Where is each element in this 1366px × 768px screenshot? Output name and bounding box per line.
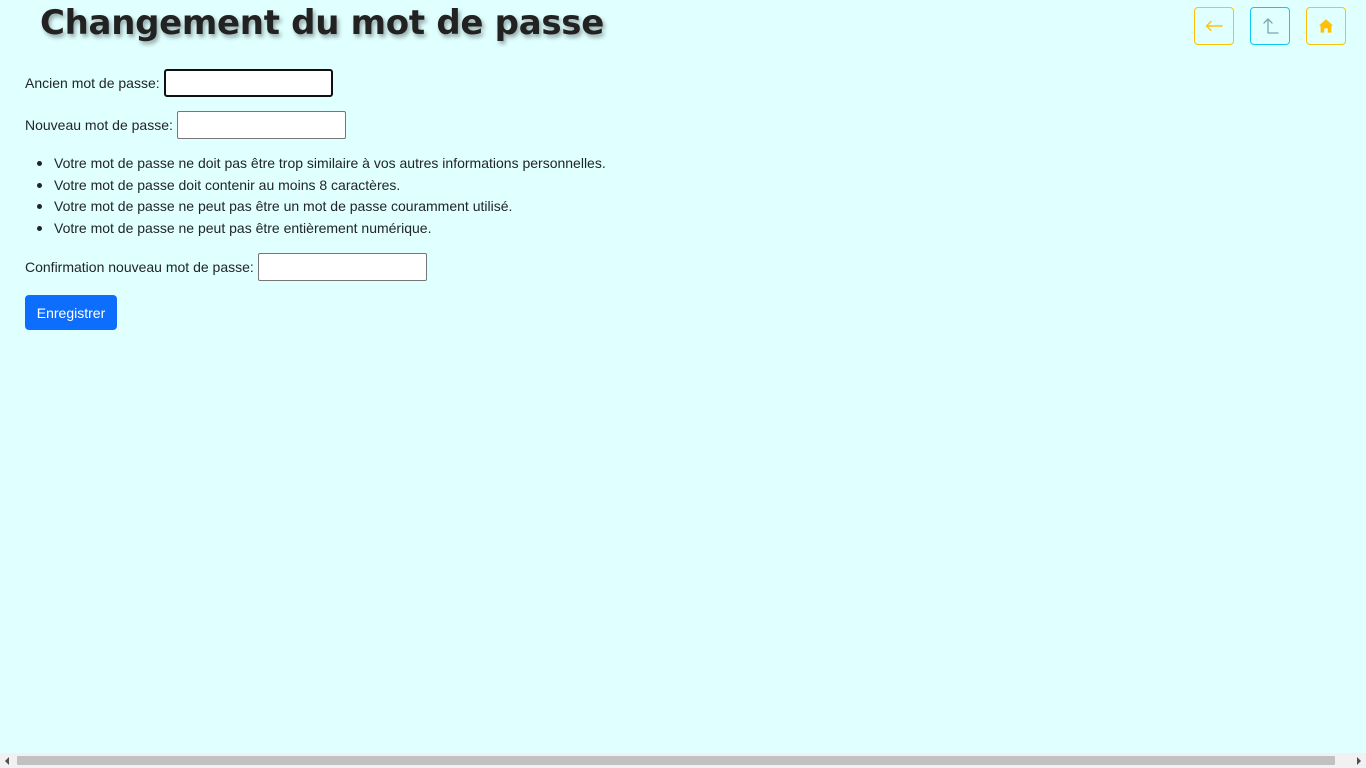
confirm-password-row: Confirmation nouveau mot de passe: [25,253,427,281]
home-button[interactable] [1306,7,1346,45]
old-password-row: Ancien mot de passe: [25,69,333,97]
password-rule-item: Votre mot de passe ne peut pas être un m… [37,196,606,218]
old-password-input[interactable] [163,69,333,97]
new-password-input[interactable] [176,111,346,139]
parent-folder-button[interactable] [1250,7,1290,45]
save-button[interactable]: Enregistrer [25,295,117,330]
new-password-row: Nouveau mot de passe: [25,111,346,139]
new-password-label: Nouveau mot de passe: [25,117,173,133]
confirm-password-label: Confirmation nouveau mot de passe: [25,259,254,275]
password-rule-item: Votre mot de passe ne doit pas être trop… [37,153,606,175]
scroll-left-arrow-icon[interactable] [5,757,9,765]
scrollbar-thumb[interactable] [17,756,1335,765]
arrow-up-icon [1260,16,1280,36]
home-icon [1318,18,1334,34]
password-rules-list: Votre mot de passe ne doit pas être trop… [37,153,606,240]
page-title: Changement du mot de passe [40,3,604,43]
password-rule-item: Votre mot de passe doit contenir au moin… [37,175,606,197]
arrow-left-icon [1205,20,1223,32]
old-password-label: Ancien mot de passe: [25,75,160,91]
password-rule-item: Votre mot de passe ne peut pas être enti… [37,218,606,240]
scroll-right-arrow-icon[interactable] [1357,757,1361,765]
confirm-password-input[interactable] [257,253,427,281]
horizontal-scrollbar[interactable] [0,753,1366,768]
back-button[interactable] [1194,7,1234,45]
